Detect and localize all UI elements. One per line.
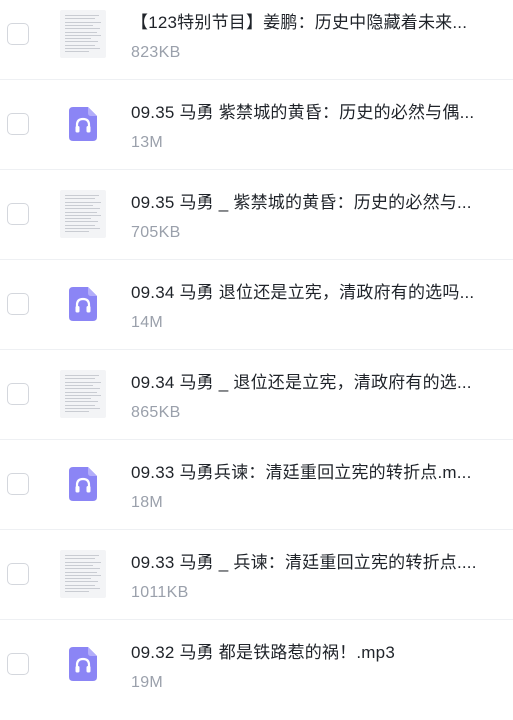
file-size: 19M [131,674,164,691]
headphones-icon [69,467,97,501]
file-name[interactable]: 09.35 马勇 紫禁城的黄昏：历史的必然与偶... [131,102,501,124]
file-size: 18M [131,494,164,511]
file-select-checkbox[interactable] [7,653,29,675]
document-thumbnail-icon [60,190,106,238]
file-select-checkbox[interactable] [7,383,29,405]
document-thumbnail-icon [60,550,106,598]
file-select-checkbox[interactable] [7,113,29,135]
headphones-icon [69,107,97,141]
headphones-icon [69,647,97,681]
file-row[interactable]: 【123特别节目】姜鹏：历史中隐藏着未来... 823KB [0,0,513,80]
file-size: 823KB [131,44,181,61]
file-size: 865KB [131,404,181,421]
file-name[interactable]: 09.34 马勇 退位还是立宪，清政府有的选吗... [131,282,501,304]
file-size: 14M [131,314,164,331]
file-name[interactable]: 09.34 马勇 _ 退位还是立宪，清政府有的选... [131,372,501,394]
file-row[interactable]: 09.35 马勇 _ 紫禁城的黄昏：历史的必然与... 705KB [0,170,513,260]
file-name[interactable]: 【123特别节目】姜鹏：历史中隐藏着未来... [131,12,501,34]
file-row[interactable]: 09.35 马勇 紫禁城的黄昏：历史的必然与偶... 13M [0,80,513,170]
file-row[interactable]: 09.33 马勇 _ 兵谏：清廷重回立宪的转折点.... 1011KB [0,530,513,620]
file-row[interactable]: 09.34 马勇 退位还是立宪，清政府有的选吗... 14M [0,260,513,350]
file-size: 1011KB [131,584,189,601]
file-select-checkbox[interactable] [7,23,29,45]
file-row[interactable]: 09.33 马勇兵谏：清廷重回立宪的转折点.m... 18M [0,440,513,530]
file-row[interactable]: 09.34 马勇 _ 退位还是立宪，清政府有的选... 865KB [0,350,513,440]
document-thumbnail-icon [60,10,106,58]
file-name[interactable]: 09.33 马勇兵谏：清廷重回立宪的转折点.m... [131,462,501,484]
file-list: 【123特别节目】姜鹏：历史中隐藏着未来... 823KB 09.35 马勇 紫禁城… [0,0,513,720]
file-select-checkbox[interactable] [7,203,29,225]
file-size: 705KB [131,224,181,241]
file-row[interactable]: 09.32 马勇 都是铁路惹的祸！.mp3 19M [0,620,513,710]
file-select-checkbox[interactable] [7,563,29,585]
headphones-icon [69,287,97,321]
file-select-checkbox[interactable] [7,473,29,495]
file-name[interactable]: 09.33 马勇 _ 兵谏：清廷重回立宪的转折点.... [131,552,501,574]
file-select-checkbox[interactable] [7,293,29,315]
file-name[interactable]: 09.32 马勇 都是铁路惹的祸！.mp3 [131,642,501,664]
document-thumbnail-icon [60,370,106,418]
file-size: 13M [131,134,164,151]
file-name[interactable]: 09.35 马勇 _ 紫禁城的黄昏：历史的必然与... [131,192,501,214]
